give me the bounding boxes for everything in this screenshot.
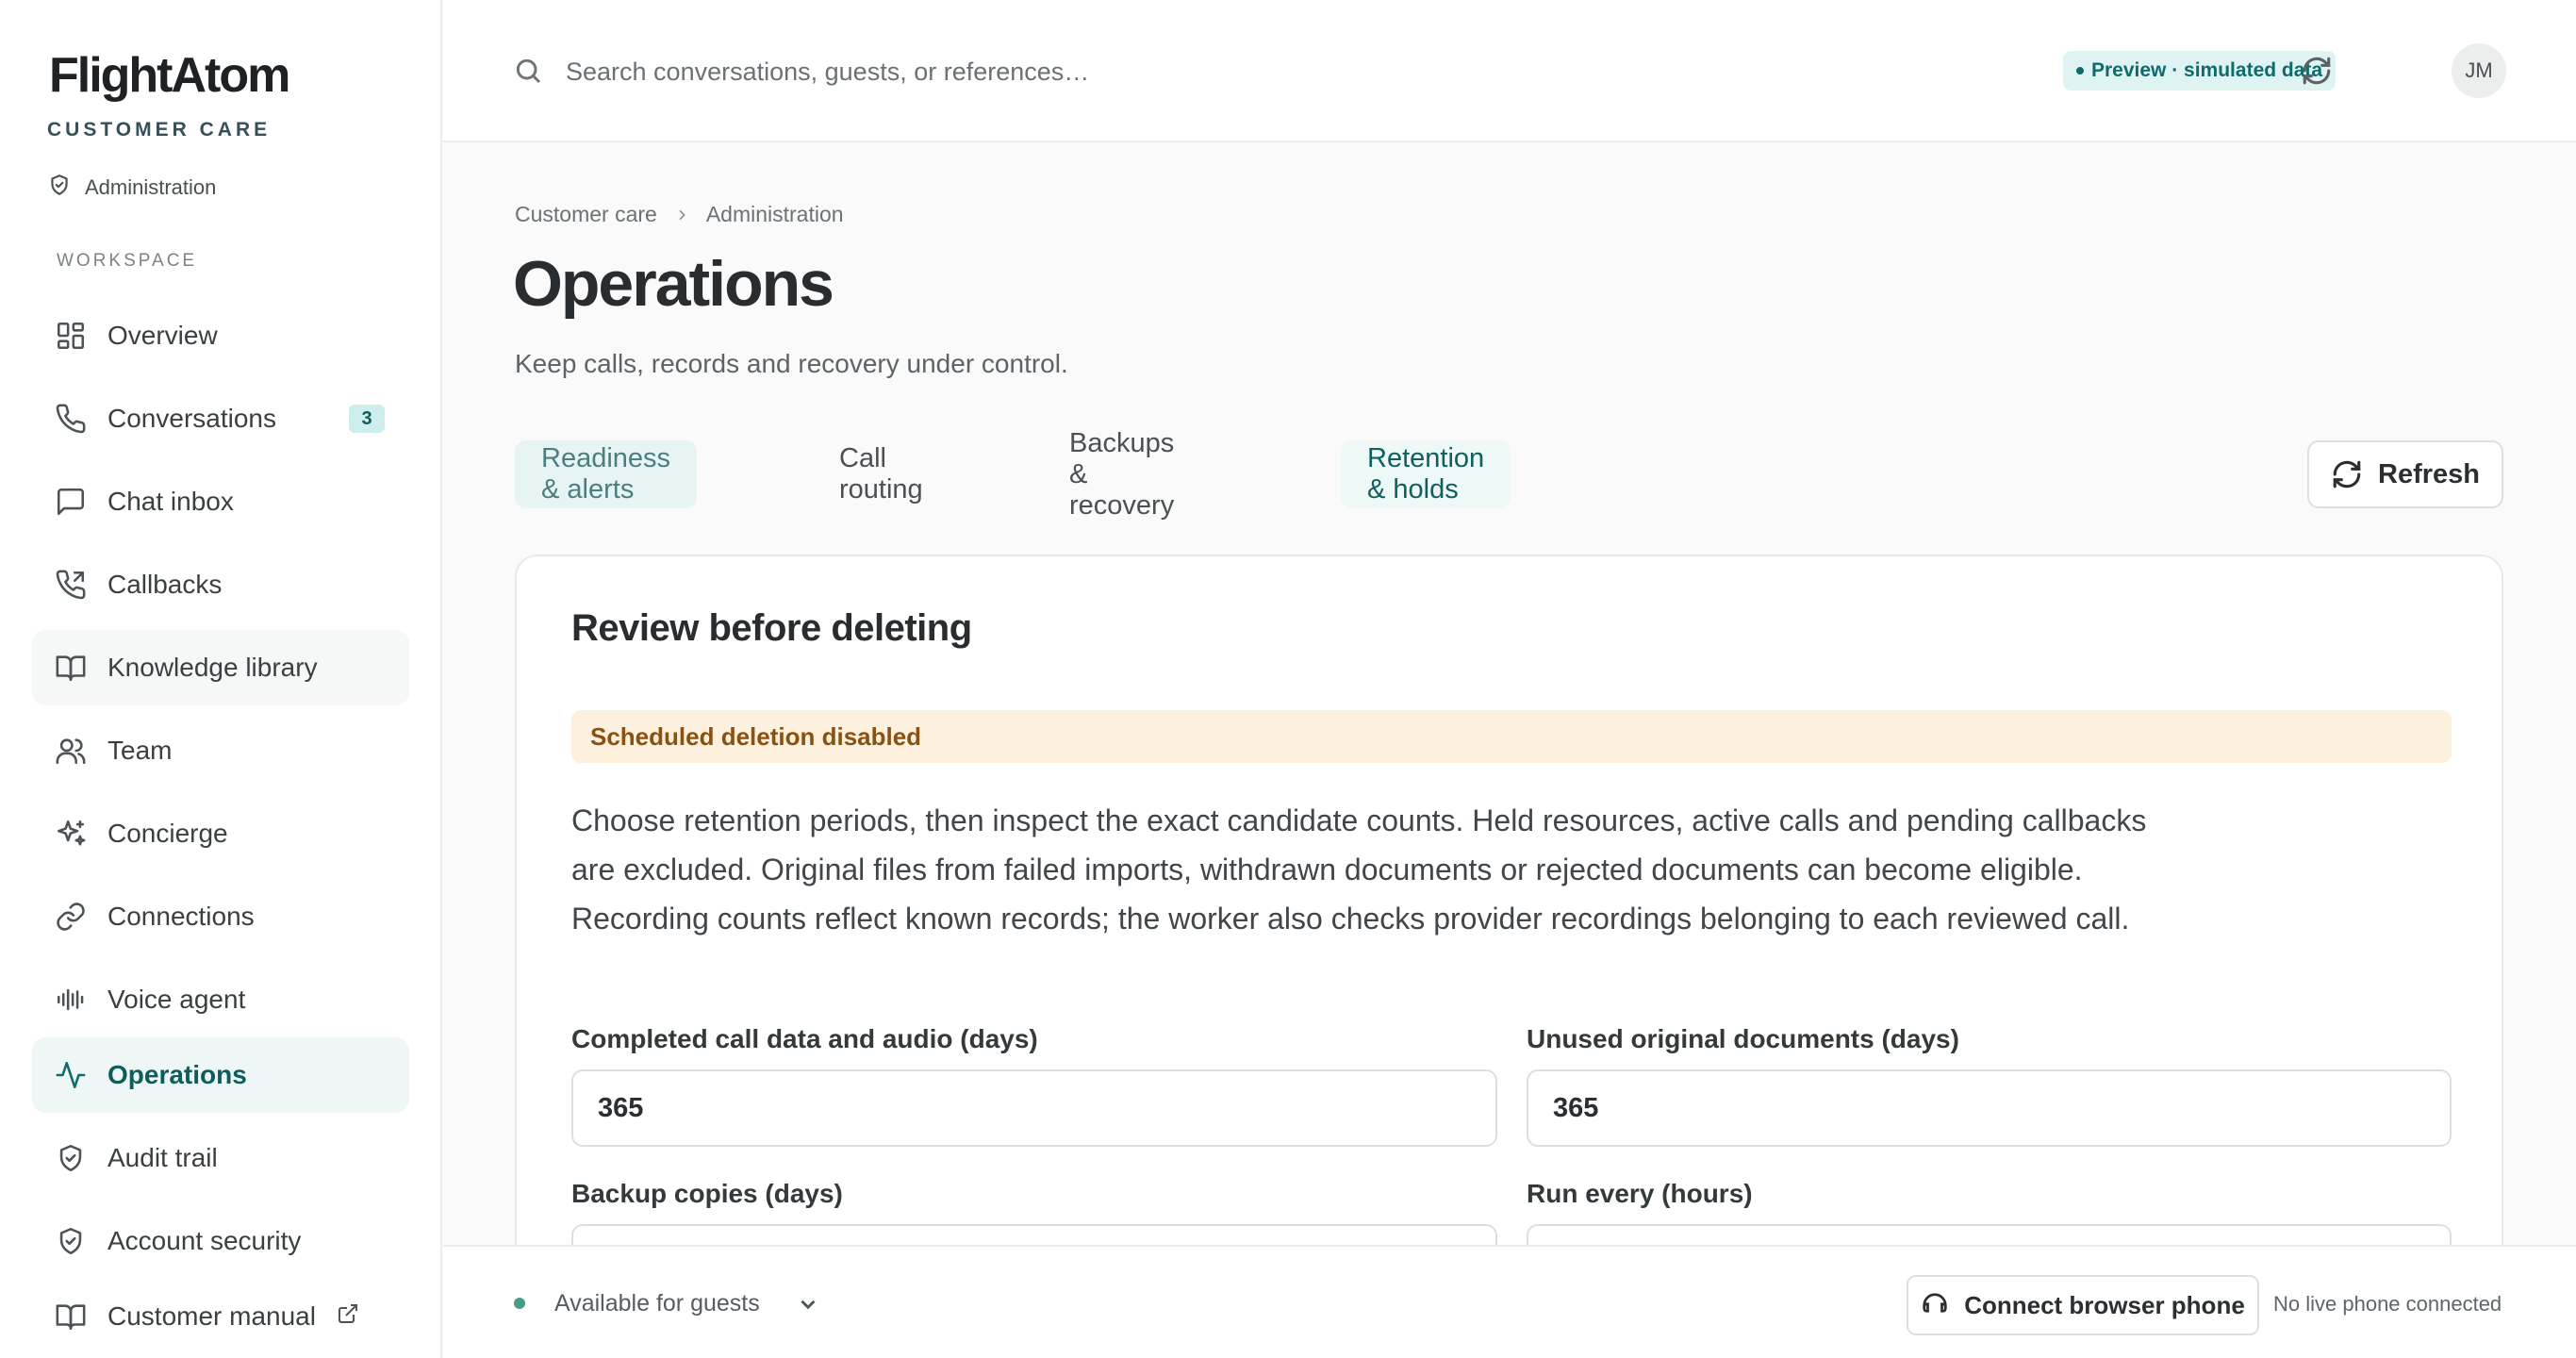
call-data-days-input[interactable] bbox=[571, 1069, 1497, 1147]
sidebar-item-label: Account security bbox=[107, 1226, 302, 1255]
card-description: Choose retention periods, then inspect t… bbox=[571, 803, 2147, 936]
sidebar-item-audit-trail[interactable]: Audit trail bbox=[32, 1120, 409, 1196]
sidebar-item-voice-agent[interactable]: Voice agent bbox=[32, 962, 409, 1037]
sidebar-item-concierge[interactable]: Concierge bbox=[32, 796, 409, 871]
unread-count-badge: 3 bbox=[349, 405, 385, 433]
refresh-button-label: Refresh bbox=[2378, 458, 2480, 489]
connect-browser-phone-button[interactable]: Connect browser phone bbox=[1907, 1275, 2259, 1335]
shield-check-icon bbox=[47, 173, 72, 203]
chat-icon bbox=[55, 486, 87, 518]
breadcrumb: Customer care Administration bbox=[515, 202, 844, 227]
sidebar-item-chat-inbox[interactable]: Chat inbox bbox=[32, 464, 409, 539]
documents-label: Unused original documents (days) bbox=[1527, 1024, 1959, 1053]
sidebar-item-label: Audit trail bbox=[107, 1143, 218, 1172]
sidebar-item-label: Operations bbox=[107, 1060, 247, 1089]
sidebar-item-label: Customer manual bbox=[107, 1301, 316, 1331]
sidebar-item-label: Voice agent bbox=[107, 985, 246, 1014]
sidebar-item-label: Connections bbox=[107, 902, 255, 931]
run-every-label: Run every (hours) bbox=[1527, 1179, 1753, 1208]
sidebar-item-label: Knowledge library bbox=[107, 653, 318, 682]
chevron-down-icon[interactable] bbox=[796, 1292, 820, 1321]
waveform-icon bbox=[55, 984, 87, 1016]
phone-status-text: No live phone connected bbox=[2273, 1292, 2502, 1316]
admin-label: Administration bbox=[85, 175, 217, 199]
shield-icon bbox=[55, 1142, 87, 1174]
brand-subtitle: CUSTOMER CARE bbox=[47, 119, 272, 141]
call-data-label: Completed call data and audio (days) bbox=[571, 1024, 1038, 1053]
sidebar-item-label: Callbacks bbox=[107, 570, 223, 599]
breadcrumb-item-customer-care[interactable]: Customer care bbox=[515, 202, 657, 227]
sidebar: FlightAtom CUSTOMER CARE Administration … bbox=[0, 0, 442, 1358]
sidebar-item-knowledge-library[interactable]: Knowledge library bbox=[32, 630, 409, 705]
chevron-right-icon bbox=[679, 209, 685, 220]
page-subtitle: Keep calls, records and recovery under c… bbox=[515, 349, 1068, 378]
tab-readiness-alerts[interactable]: Readiness & alerts bbox=[515, 440, 698, 508]
card-title: Review before deleting bbox=[571, 607, 972, 649]
warning-banner: Scheduled deletion disabled bbox=[571, 710, 2452, 763]
sidebar-item-team[interactable]: Team bbox=[32, 713, 409, 788]
book-icon bbox=[55, 1300, 87, 1333]
topbar: Preview · simulated data JM bbox=[443, 0, 2576, 142]
activity-icon bbox=[55, 1059, 87, 1091]
admin-link[interactable]: Administration bbox=[47, 174, 216, 202]
sidebar-item-label: Overview bbox=[107, 321, 218, 350]
tab-call-routing[interactable]: Call routing bbox=[813, 440, 949, 508]
preview-badge: Preview · simulated data bbox=[2063, 51, 2337, 91]
availability-status[interactable]: Available for guests bbox=[554, 1290, 760, 1317]
link-icon bbox=[55, 901, 87, 933]
retention-card: Review before deleting Scheduled deletio… bbox=[515, 555, 2503, 1358]
sidebar-item-label: Chat inbox bbox=[107, 487, 234, 516]
sidebar-item-customer-manual[interactable]: Customer manual bbox=[32, 1279, 409, 1354]
page-title: Operations bbox=[513, 248, 834, 320]
tab-backups-recovery[interactable]: Backups & recovery bbox=[1043, 428, 1200, 521]
avatar[interactable]: JM bbox=[2452, 43, 2506, 98]
brand-logo[interactable]: FlightAtom bbox=[49, 47, 290, 104]
sidebar-item-label: Team bbox=[107, 736, 173, 765]
sidebar-item-connections[interactable]: Connections bbox=[32, 879, 409, 954]
backup-label: Backup copies (days) bbox=[571, 1179, 843, 1208]
breadcrumb-item-administration[interactable]: Administration bbox=[706, 202, 844, 227]
sidebar-item-operations[interactable]: Operations bbox=[32, 1037, 409, 1113]
grid-icon bbox=[55, 320, 87, 352]
tab-retention-holds[interactable]: Retention & holds bbox=[1341, 440, 1511, 508]
search-icon bbox=[513, 56, 543, 91]
documents-days-input[interactable] bbox=[1527, 1069, 2452, 1147]
phone-callback-icon bbox=[55, 569, 87, 601]
sparkles-icon bbox=[55, 818, 87, 850]
connect-phone-label: Connect browser phone bbox=[1964, 1290, 2245, 1319]
status-dot bbox=[2076, 67, 2084, 75]
shield-icon bbox=[55, 1225, 87, 1257]
search-input[interactable] bbox=[566, 49, 1509, 94]
availability-dot bbox=[514, 1298, 525, 1309]
sidebar-item-conversations[interactable]: Conversations 3 bbox=[32, 381, 409, 456]
sync-button[interactable] bbox=[2297, 51, 2337, 91]
users-icon bbox=[55, 735, 87, 767]
sidebar-item-overview[interactable]: Overview bbox=[32, 298, 409, 373]
phone-icon bbox=[55, 403, 87, 435]
refresh-icon bbox=[2303, 57, 2331, 85]
refresh-button[interactable]: Refresh bbox=[2307, 440, 2503, 508]
sidebar-item-label: Concierge bbox=[107, 819, 228, 848]
preview-badge-label: Preview · simulated data bbox=[2091, 59, 2323, 81]
section-label-workspace: WORKSPACE bbox=[57, 251, 198, 271]
external-link-icon bbox=[337, 1301, 359, 1332]
headset-icon bbox=[1923, 1293, 1947, 1313]
sidebar-item-label: Conversations bbox=[107, 404, 276, 433]
book-icon bbox=[55, 652, 87, 684]
sidebar-item-account-security[interactable]: Account security bbox=[32, 1203, 409, 1279]
bottom-bar: Available for guests Connect browser pho… bbox=[443, 1245, 2576, 1358]
sidebar-item-callbacks[interactable]: Callbacks bbox=[32, 547, 409, 622]
refresh-icon bbox=[2333, 460, 2361, 489]
